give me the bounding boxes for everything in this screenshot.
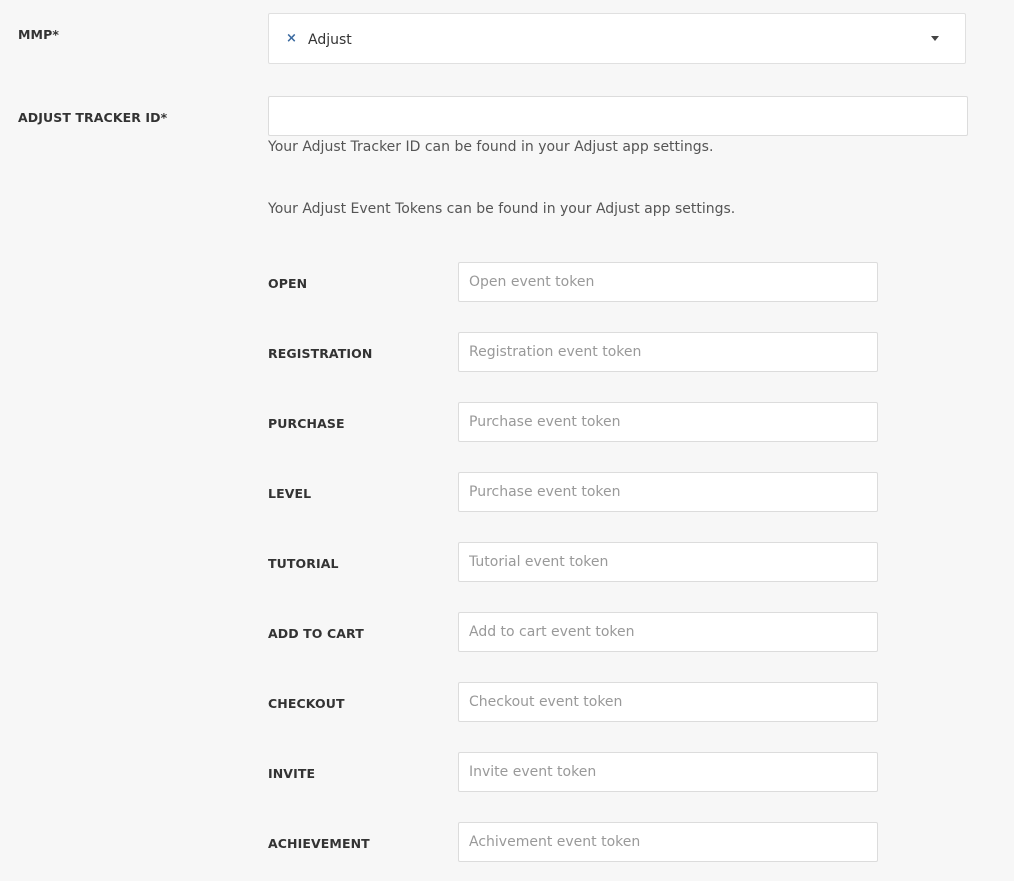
event-label-open: OPEN: [268, 276, 308, 291]
event-label-registration: REGISTRATION: [268, 346, 373, 361]
achievement-event-token-input[interactable]: [458, 822, 878, 862]
event-label-achievement: ACHIEVEMENT: [268, 836, 370, 851]
tutorial-event-token-input[interactable]: [458, 542, 878, 582]
mmp-select[interactable]: × Adjust: [268, 13, 966, 64]
event-tokens-help: Your Adjust Event Tokens can be found in…: [268, 201, 736, 217]
purchase-event-token-input[interactable]: [458, 402, 878, 442]
event-label-add-to-cart: ADD TO CART: [268, 626, 364, 641]
registration-event-token-input[interactable]: [458, 332, 878, 372]
chevron-down-icon[interactable]: [931, 36, 939, 41]
event-label-level: LEVEL: [268, 486, 312, 501]
tracker-id-input[interactable]: [268, 96, 968, 136]
open-event-token-input[interactable]: [458, 262, 878, 302]
mmp-selected-value: Adjust: [308, 32, 352, 48]
tracker-id-label: ADJUST TRACKER ID*: [18, 110, 168, 125]
event-label-checkout: CHECKOUT: [268, 696, 345, 711]
event-label-purchase: PURCHASE: [268, 416, 345, 431]
checkout-event-token-input[interactable]: [458, 682, 878, 722]
event-label-invite: INVITE: [268, 766, 316, 781]
level-event-token-input[interactable]: [458, 472, 878, 512]
add-to-cart-event-token-input[interactable]: [458, 612, 878, 652]
invite-event-token-input[interactable]: [458, 752, 878, 792]
clear-selection-icon[interactable]: ×: [286, 31, 297, 47]
tracker-id-help: Your Adjust Tracker ID can be found in y…: [268, 139, 714, 155]
event-label-tutorial: TUTORIAL: [268, 556, 339, 571]
mmp-label: MMP*: [18, 27, 59, 42]
